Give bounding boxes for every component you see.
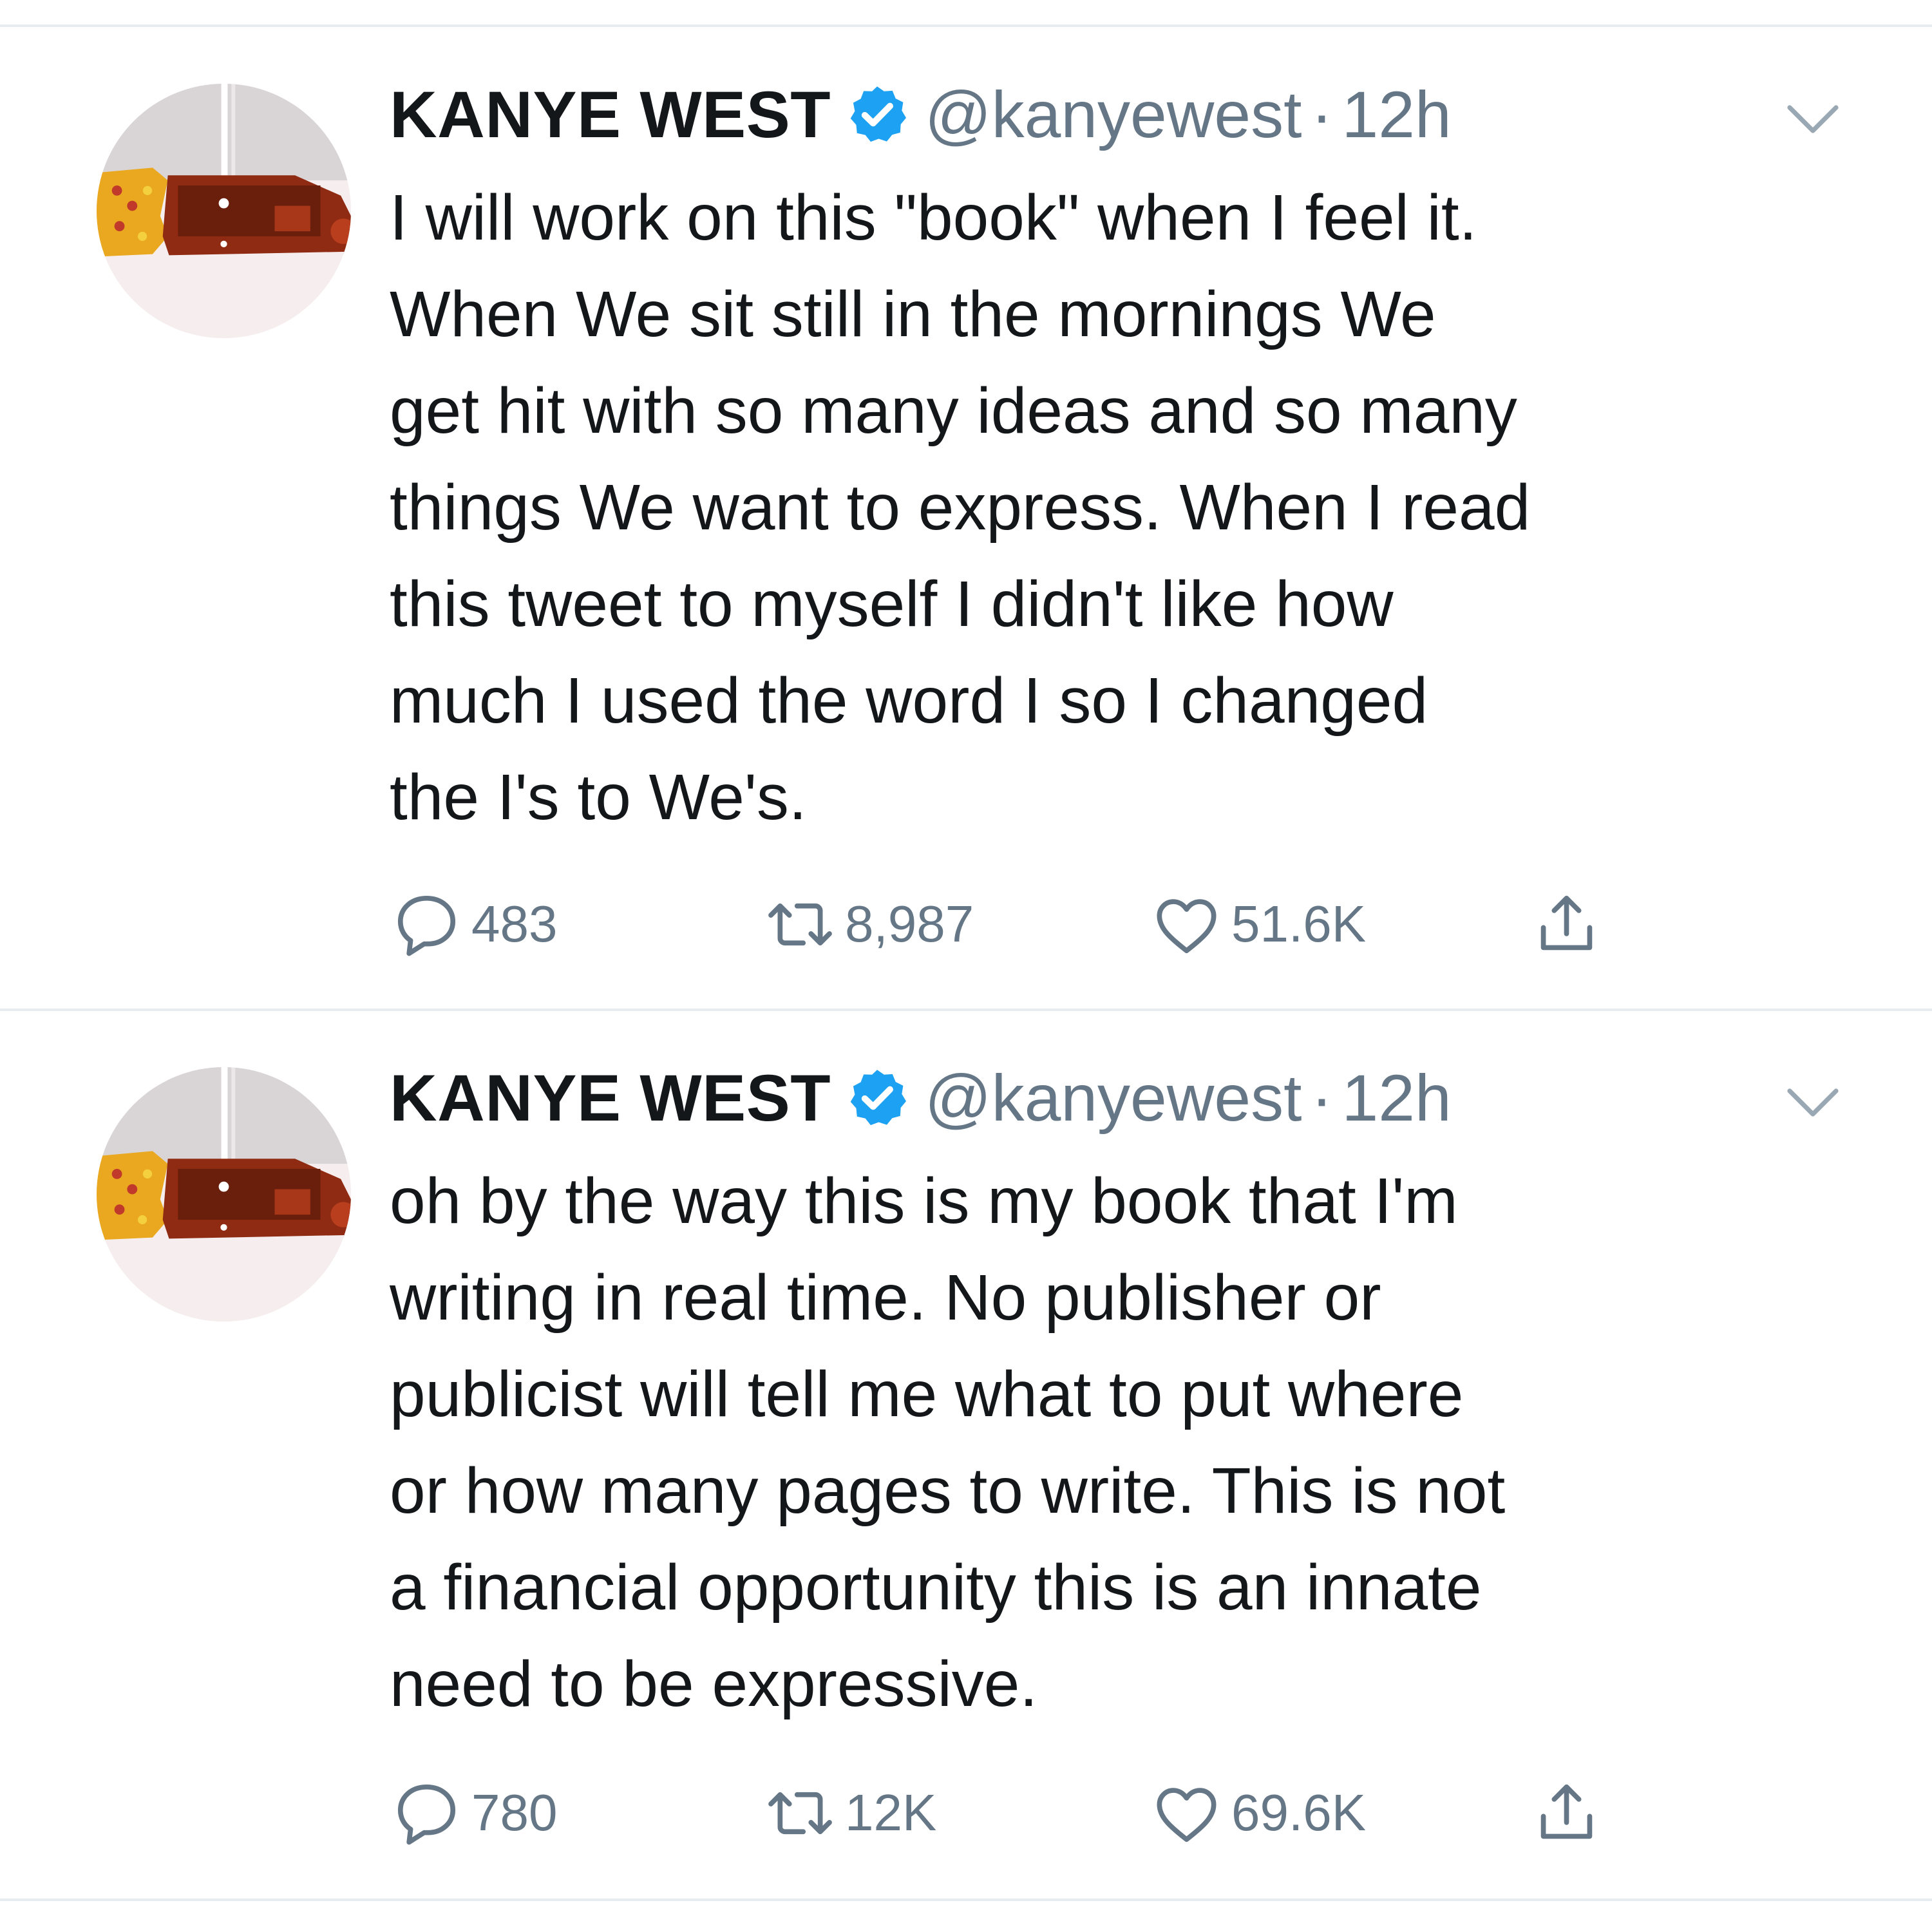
avatar-image — [97, 1067, 351, 1321]
bottom-divider — [0, 1899, 1932, 1901]
timestamp[interactable]: 12h — [1341, 77, 1451, 153]
reply-icon — [390, 1776, 464, 1850]
verified-badge-icon — [845, 1066, 909, 1130]
tweet-actions: 483 8,987 51.6K — [390, 886, 1678, 963]
share-button[interactable] — [1530, 886, 1604, 963]
share-icon — [1530, 887, 1604, 961]
tweet-text-line: things We want to express. When I read — [390, 471, 1531, 544]
avatar[interactable] — [97, 1067, 351, 1321]
like-button[interactable]: 51.6K — [1150, 886, 1366, 963]
avatar[interactable] — [97, 84, 351, 338]
chevron-down-icon[interactable] — [1784, 1083, 1842, 1122]
tweet-header: KANYE WEST @kanyewest · 12h — [390, 76, 1452, 153]
tweet-text-line: writing in real time. No publisher or — [390, 1262, 1381, 1334]
heart-icon — [1150, 1776, 1224, 1850]
reply-button[interactable]: 780 — [390, 1774, 557, 1852]
tweet-text-line: I will work on this "book" when I feel i… — [390, 182, 1477, 254]
tweet-header: KANYE WEST @kanyewest · 12h — [390, 1059, 1452, 1137]
chevron-down-icon[interactable] — [1784, 100, 1842, 138]
author-name[interactable]: KANYE WEST — [390, 1061, 831, 1136]
like-count: 51.6K — [1231, 895, 1367, 952]
reply-button[interactable]: 483 — [390, 886, 557, 963]
tweet-text-line: When We sit still in the mornings We — [390, 278, 1436, 350]
author-handle[interactable]: @kanyewest — [925, 77, 1302, 153]
author-name[interactable]: KANYE WEST — [390, 77, 831, 153]
tweet-actions: 780 12K 69.6K — [390, 1774, 1678, 1852]
reply-count: 483 — [471, 895, 558, 952]
retweet-count: 12K — [845, 1784, 937, 1841]
tweet-divider — [0, 1009, 1932, 1011]
tweet-text-line: this tweet to myself I didn't like how — [390, 568, 1394, 640]
avatar-image — [97, 84, 351, 338]
tweet-text: I will work on this "book" when I feel i… — [390, 169, 1871, 846]
tweet-text-line: need to be expressive. — [390, 1648, 1038, 1720]
retweet-button[interactable]: 8,987 — [763, 886, 974, 963]
tweet-text-line: the I's to We's. — [390, 761, 807, 833]
retweet-count: 8,987 — [845, 895, 974, 952]
tweet-text-line: a financial opportunity this is an innat… — [390, 1551, 1482, 1624]
tweet-text-line: publicist will tell me what to put where — [390, 1358, 1464, 1430]
retweet-icon — [763, 887, 837, 961]
reply-count: 780 — [471, 1784, 558, 1841]
like-count: 69.6K — [1231, 1784, 1367, 1841]
reply-icon — [390, 887, 464, 961]
timeline: KANYE WEST @kanyewest · 12h I will work … — [0, 0, 1932, 1932]
tweet-text-line: or how many pages to write. This is not — [390, 1455, 1506, 1527]
retweet-icon — [763, 1776, 837, 1850]
share-icon — [1530, 1776, 1604, 1850]
like-button[interactable]: 69.6K — [1150, 1774, 1366, 1852]
retweet-button[interactable]: 12K — [763, 1774, 936, 1852]
separator-dot: · — [1311, 77, 1333, 151]
tweet-text-line: get hit with so many ideas and so many — [390, 375, 1517, 447]
tweet-text-line: much I used the word I so I changed — [390, 665, 1428, 737]
top-divider — [0, 24, 1932, 27]
verified-badge-icon — [845, 82, 909, 147]
share-button[interactable] — [1530, 1774, 1604, 1852]
timestamp[interactable]: 12h — [1341, 1061, 1451, 1136]
separator-dot: · — [1311, 1061, 1333, 1135]
heart-icon — [1150, 887, 1224, 961]
tweet-text-line: oh by the way this is my book that I'm — [390, 1165, 1458, 1237]
author-handle[interactable]: @kanyewest — [925, 1061, 1302, 1136]
tweet-text: oh by the way this is my book that I'm w… — [390, 1153, 1871, 1732]
